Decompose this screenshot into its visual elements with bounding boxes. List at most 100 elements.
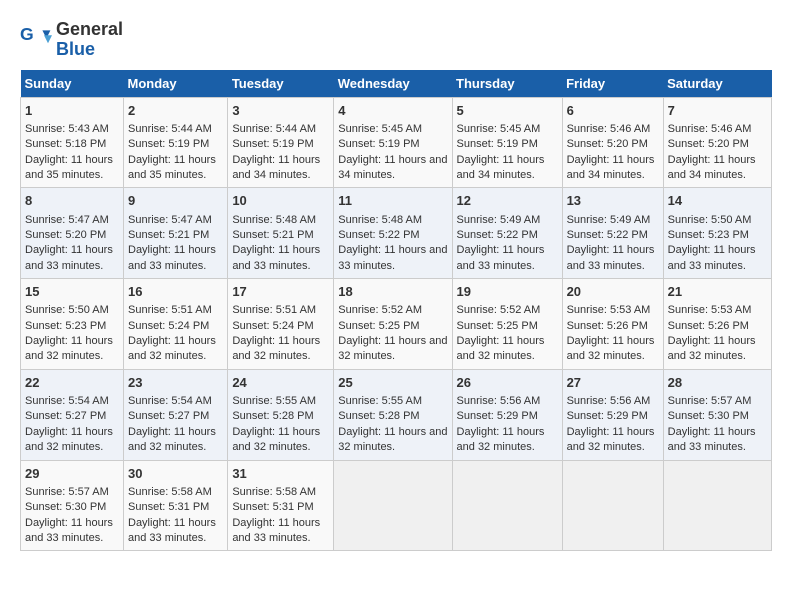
calendar-cell: 7Sunrise: 5:46 AMSunset: 5:20 PMDaylight… [663, 97, 771, 188]
sunset-text: Sunset: 5:19 PM [232, 138, 313, 150]
sunset-text: Sunset: 5:22 PM [338, 229, 419, 241]
sunrise-text: Sunrise: 5:55 AM [338, 395, 422, 407]
week-row-3: 15 Sunrise: 5:50 AM Sunset: 5:23 PM Dayligh… [21, 279, 772, 370]
calendar-cell: 14Sunrise: 5:50 AMSunset: 5:23 PMDayligh… [663, 188, 771, 279]
sunrise-text: Sunrise: 5:45 AM [457, 123, 541, 135]
sunrise-text: Sunrise: 5:57 AM [668, 395, 752, 407]
day-number: 12 [457, 192, 558, 210]
sunset-text: Sunset: 5:25 PM [338, 320, 419, 332]
daylight-text: Daylight: 11 hours and 32 minutes. [457, 335, 545, 362]
sunset-text: Sunset: 5:21 PM [128, 229, 209, 241]
sunset-text: Sunset: 5:23 PM [25, 320, 106, 332]
daylight-text: Daylight: 11 hours and 33 minutes. [668, 244, 756, 271]
day-number: 24 [232, 374, 329, 392]
calendar-cell: 30Sunrise: 5:58 AMSunset: 5:31 PMDayligh… [124, 460, 228, 551]
sunset-text: Sunset: 5:26 PM [567, 320, 648, 332]
sunset-text: Sunset: 5:23 PM [668, 229, 749, 241]
daylight-text: Daylight: 11 hours and 34 minutes. [457, 154, 545, 181]
sunset-text: Sunset: 5:29 PM [567, 410, 648, 422]
daylight-text: Daylight: 11 hours and 34 minutes. [338, 154, 447, 181]
daylight-text: Daylight: 11 hours and 34 minutes. [232, 154, 320, 181]
header-saturday: Saturday [663, 70, 771, 98]
sunrise-text: Sunrise: 5:50 AM [25, 304, 109, 316]
day-number: 4 [338, 102, 447, 120]
calendar-cell: 19Sunrise: 5:52 AMSunset: 5:25 PMDayligh… [452, 279, 562, 370]
sunset-text: Sunset: 5:31 PM [232, 501, 313, 513]
day-number: 2 [128, 102, 223, 120]
daylight-text: Daylight: 11 hours and 33 minutes. [232, 517, 320, 544]
day-number: 31 [232, 465, 329, 483]
day-number: 8 [25, 192, 119, 210]
sunrise-text: Sunrise: 5:58 AM [232, 486, 316, 498]
sunset-text: Sunset: 5:27 PM [25, 410, 106, 422]
sunrise-text: Sunrise: 5:57 AM [25, 486, 109, 498]
sunrise-text: Sunrise: 5:49 AM [457, 214, 541, 226]
day-number: 5 [457, 102, 558, 120]
daylight-text: Daylight: 11 hours and 32 minutes. [457, 426, 545, 453]
sunset-text: Sunset: 5:19 PM [338, 138, 419, 150]
sunset-text: Sunset: 5:31 PM [128, 501, 209, 513]
day-number: 11 [338, 192, 447, 210]
day-number: 15 [25, 283, 119, 301]
sunset-text: Sunset: 5:20 PM [25, 229, 106, 241]
sunset-text: Sunset: 5:28 PM [232, 410, 313, 422]
sunrise-text: Sunrise: 5:53 AM [668, 304, 752, 316]
day-number: 20 [567, 283, 659, 301]
day-number: 7 [668, 102, 767, 120]
daylight-text: Daylight: 11 hours and 32 minutes. [25, 426, 113, 453]
daylight-text: Daylight: 11 hours and 33 minutes. [128, 517, 216, 544]
daylight-text: Daylight: 11 hours and 33 minutes. [25, 517, 113, 544]
daylight-text: Daylight: 11 hours and 32 minutes. [338, 426, 447, 453]
daylight-text: Daylight: 11 hours and 32 minutes. [128, 335, 216, 362]
calendar-cell: 2Sunrise: 5:44 AMSunset: 5:19 PMDaylight… [124, 97, 228, 188]
daylight-text: Daylight: 11 hours and 35 minutes. [128, 154, 216, 181]
sunset-text: Sunset: 5:21 PM [232, 229, 313, 241]
calendar-cell: 3Sunrise: 5:44 AMSunset: 5:19 PMDaylight… [228, 97, 334, 188]
logo-text: GeneralBlue [56, 20, 123, 60]
sunset-text: Sunset: 5:30 PM [668, 410, 749, 422]
sunset-text: Sunset: 5:24 PM [128, 320, 209, 332]
calendar-cell: 20Sunrise: 5:53 AMSunset: 5:26 PMDayligh… [562, 279, 663, 370]
day-number: 26 [457, 374, 558, 392]
week-row-2: 8 Sunrise: 5:47 AM Sunset: 5:20 PM Daylight… [21, 188, 772, 279]
calendar-cell: 1Sunrise: 5:43 AMSunset: 5:18 PMDaylight… [21, 97, 124, 188]
calendar-cell: 28Sunrise: 5:57 AMSunset: 5:30 PMDayligh… [663, 369, 771, 460]
calendar-cell: 5Sunrise: 5:45 AMSunset: 5:19 PMDaylight… [452, 97, 562, 188]
header-friday: Friday [562, 70, 663, 98]
calendar-table: SundayMondayTuesdayWednesdayThursdayFrid… [20, 70, 772, 552]
day-number: 10 [232, 192, 329, 210]
day-number: 29 [25, 465, 119, 483]
daylight-text: Daylight: 11 hours and 33 minutes. [25, 244, 113, 271]
daylight-text: Daylight: 11 hours and 33 minutes. [567, 244, 655, 271]
sunrise-text: Sunrise: 5:47 AM [25, 214, 109, 226]
daylight-text: Daylight: 11 hours and 33 minutes. [668, 426, 756, 453]
sunset-text: Sunset: 5:20 PM [567, 138, 648, 150]
day-number: 13 [567, 192, 659, 210]
calendar-cell [663, 460, 771, 551]
day-number: 9 [128, 192, 223, 210]
daylight-text: Daylight: 11 hours and 34 minutes. [567, 154, 655, 181]
sunrise-text: Sunrise: 5:52 AM [338, 304, 422, 316]
day-number: 22 [25, 374, 119, 392]
daylight-text: Daylight: 11 hours and 33 minutes. [457, 244, 545, 271]
daylight-text: Daylight: 11 hours and 32 minutes. [567, 426, 655, 453]
day-number: 3 [232, 102, 329, 120]
daylight-text: Daylight: 11 hours and 32 minutes. [668, 335, 756, 362]
daylight-text: Daylight: 11 hours and 32 minutes. [25, 335, 113, 362]
sunrise-text: Sunrise: 5:56 AM [567, 395, 651, 407]
sunset-text: Sunset: 5:29 PM [457, 410, 538, 422]
sunrise-text: Sunrise: 5:47 AM [128, 214, 212, 226]
sunrise-text: Sunrise: 5:45 AM [338, 123, 422, 135]
calendar-cell: 25Sunrise: 5:55 AMSunset: 5:28 PMDayligh… [334, 369, 452, 460]
sunset-text: Sunset: 5:28 PM [338, 410, 419, 422]
calendar-cell: 18Sunrise: 5:52 AMSunset: 5:25 PMDayligh… [334, 279, 452, 370]
day-number: 18 [338, 283, 447, 301]
sunset-text: Sunset: 5:19 PM [128, 138, 209, 150]
header-sunday: Sunday [21, 70, 124, 98]
day-number: 21 [668, 283, 767, 301]
day-number: 6 [567, 102, 659, 120]
sunset-text: Sunset: 5:24 PM [232, 320, 313, 332]
svg-text:G: G [20, 24, 34, 44]
header-row: SundayMondayTuesdayWednesdayThursdayFrid… [21, 70, 772, 98]
day-number: 30 [128, 465, 223, 483]
